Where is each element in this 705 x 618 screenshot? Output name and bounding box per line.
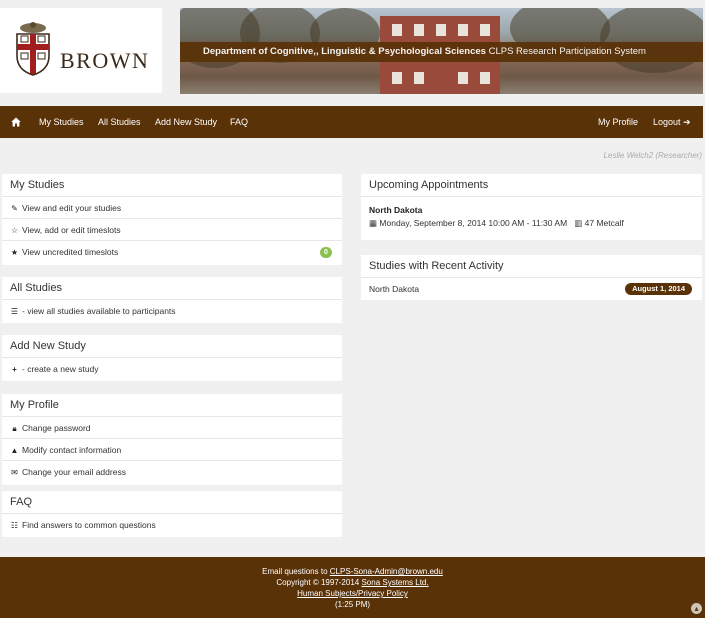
my-studies-title: My Studies <box>2 174 342 197</box>
change-password-link[interactable]: 🔒︎ Change password <box>2 417 342 439</box>
nav-my-studies[interactable]: My Studies <box>39 106 84 138</box>
footer-copyright-text: Copyright © 1997-2014 <box>276 578 362 587</box>
all-studies-panel: All Studies ☰ - view all studies availabl… <box>2 277 342 323</box>
plus-icon: + <box>12 365 17 374</box>
faq-label: Find answers to common questions <box>22 520 156 530</box>
nav-my-profile[interactable]: My Profile <box>598 106 638 138</box>
envelope-icon: ✉ <box>11 468 18 477</box>
user-icon: ▲ <box>10 446 19 455</box>
star-icon: ★ <box>10 248 19 257</box>
current-user-label: Leslie Welch2 (Researcher) <box>603 151 702 160</box>
list-icon: ☰ <box>10 307 19 316</box>
upcoming-appointments-panel: Upcoming Appointments North Dakota ▦ Mon… <box>361 174 702 240</box>
comments-icon: ☷ <box>10 521 19 530</box>
add-new-study-panel: Add New Study + - create a new study <box>2 335 342 381</box>
brown-logo[interactable]: BROWN <box>0 8 162 93</box>
logout-icon: ➔ <box>683 117 691 127</box>
footer-email-prefix: Email questions to <box>262 567 330 576</box>
my-studies-panel: My Studies ✎ View and edit your studies ☆… <box>2 174 342 265</box>
appointment-study-name: North Dakota <box>369 205 423 215</box>
brown-shield-icon <box>16 22 50 76</box>
footer-copyright-line: Copyright © 1997-2014 Sona Systems Ltd. <box>0 577 705 588</box>
uncredited-count-badge: 0 <box>320 247 332 258</box>
view-edit-studies-link[interactable]: ✎ View and edit your studies <box>2 197 342 219</box>
footer-privacy-link[interactable]: Human Subjects/Privacy Policy <box>297 589 408 598</box>
nav-add-new-study[interactable]: Add New Study <box>155 106 217 138</box>
my-profile-title: My Profile <box>2 394 342 417</box>
modify-contact-label: Modify contact information <box>22 445 122 455</box>
lock-icon: 🔒︎ <box>12 424 17 433</box>
create-new-study-label: - create a new study <box>22 364 99 374</box>
header-banner: Department of Cognitive,, Linguistic & P… <box>180 8 703 94</box>
page-header: BROWN Department of Cognitive,, Linguist… <box>0 0 705 100</box>
banner-title-system: CLPS Research Participation System <box>488 46 646 57</box>
page-footer: Email questions to CLPS-Sona-Admin@brown… <box>0 557 705 618</box>
create-new-study-link[interactable]: + - create a new study <box>2 358 342 380</box>
view-uncredited-timeslots-label: View uncredited timeslots <box>22 247 119 257</box>
footer-company-link[interactable]: Sona Systems Ltd. <box>361 578 428 587</box>
view-edit-timeslots-link[interactable]: ☆ View, add or edit timeslots <box>2 219 342 241</box>
nav-faq[interactable]: FAQ <box>230 106 248 138</box>
faq-title: FAQ <box>2 491 342 514</box>
home-icon[interactable] <box>11 117 21 127</box>
star-half-icon: ☆ <box>10 226 19 235</box>
change-password-label: Change password <box>22 423 91 433</box>
brand-wordmark: BROWN <box>60 48 150 73</box>
all-studies-title: All Studies <box>2 277 342 300</box>
view-edit-timeslots-label: View, add or edit timeslots <box>22 225 121 235</box>
view-all-studies-link[interactable]: ☰ - view all studies available to partici… <box>2 300 342 322</box>
main-navbar: My Studies All Studies Add New Study FAQ… <box>0 106 703 138</box>
recent-study-name: North Dakota <box>369 284 420 294</box>
footer-email-line: Email questions to CLPS-Sona-Admin@brown… <box>0 566 705 577</box>
banner-title: Department of Cognitive,, Linguistic & P… <box>180 42 703 62</box>
building-icon: ▥ <box>574 218 583 228</box>
nav-all-studies[interactable]: All Studies <box>98 106 141 138</box>
upcoming-appointments-title: Upcoming Appointments <box>361 174 702 197</box>
banner-tree <box>600 8 703 73</box>
recent-activity-date-badge: August 1, 2014 <box>625 283 692 295</box>
appointment-entry[interactable]: North Dakota ▦ Monday, September 8, 2014… <box>361 197 702 230</box>
recent-activity-title: Studies with Recent Activity <box>361 255 702 278</box>
banner-title-department: Department of Cognitive,, Linguistic & P… <box>203 46 486 57</box>
recent-activity-row[interactable]: North Dakota August 1, 2014 <box>361 278 702 300</box>
my-profile-panel: My Profile 🔒︎ Change password ▲ Modify con… <box>2 394 342 485</box>
edit-icon: ✎ <box>11 204 18 213</box>
footer-time: (1:25 PM) <box>334 600 371 609</box>
nav-logout-label: Logout <box>653 117 681 127</box>
modify-contact-link[interactable]: ▲ Modify contact information <box>2 439 342 461</box>
appointment-details: ▦ Monday, September 8, 2014 10:00 AM - 1… <box>369 217 694 230</box>
appointment-location: 47 Metcalf <box>584 218 624 228</box>
faq-link[interactable]: ☷ Find answers to common questions <box>2 514 342 536</box>
calendar-icon: ▦ <box>369 218 378 228</box>
view-edit-studies-label: View and edit your studies <box>22 203 122 213</box>
footer-email-link[interactable]: CLPS-Sona-Admin@brown.edu <box>330 567 443 576</box>
faq-panel: FAQ ☷ Find answers to common questions <box>2 491 342 537</box>
change-email-link[interactable]: ✉ Change your email address <box>2 461 342 483</box>
change-email-label: Change your email address <box>22 467 126 477</box>
recent-activity-panel: Studies with Recent Activity North Dakot… <box>361 255 702 300</box>
nav-logout[interactable]: Logout ➔ <box>653 106 691 138</box>
scroll-to-top-icon[interactable]: ▴ <box>691 603 702 614</box>
appointment-datetime: Monday, September 8, 2014 10:00 AM - 11:… <box>379 218 568 228</box>
view-all-studies-label: - view all studies available to particip… <box>22 306 176 316</box>
add-new-study-title: Add New Study <box>2 335 342 358</box>
view-uncredited-timeslots-link[interactable]: ★ View uncredited timeslots 0 <box>2 241 342 263</box>
